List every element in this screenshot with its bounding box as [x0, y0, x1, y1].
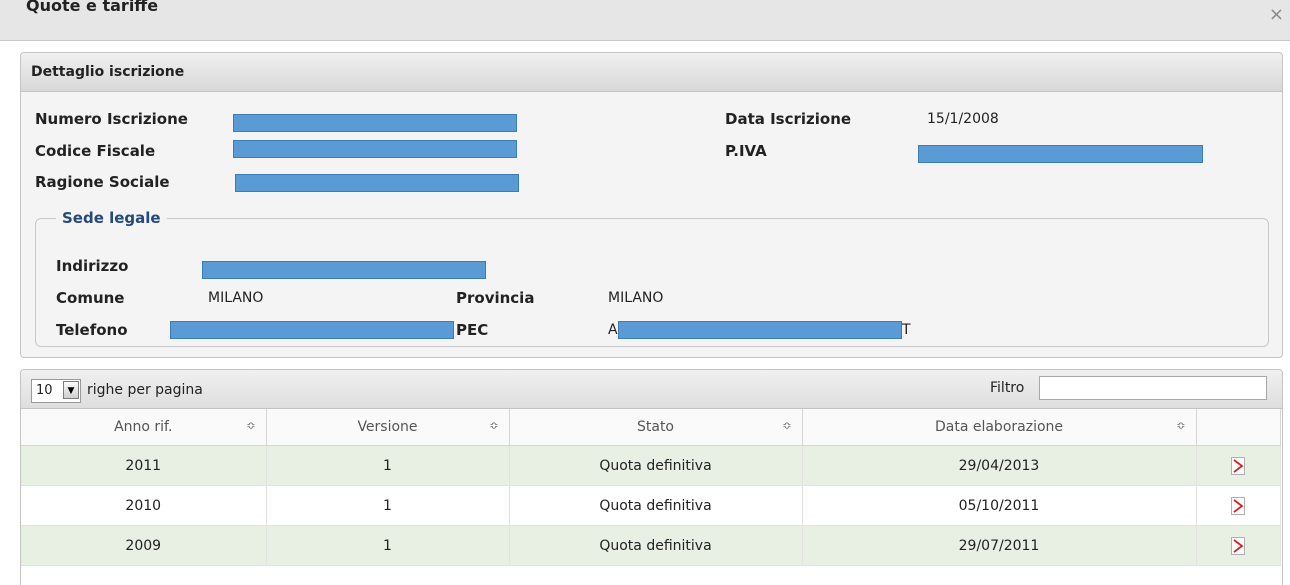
cell-data: 29/04/2013 [802, 445, 1197, 486]
column-header-data[interactable]: Data elaborazione ≎ [802, 409, 1197, 446]
data-iscrizione-label: Data Iscrizione [725, 110, 852, 128]
page-size-select[interactable]: 10 ▼ [31, 379, 81, 403]
detail-panel: Dettaglio iscrizione Numero Iscrizione D… [20, 52, 1283, 358]
cell-stato: Quota definitiva [509, 445, 803, 486]
detail-panel-title: Dettaglio iscrizione [31, 64, 185, 80]
sort-icon[interactable]: ≎ [246, 419, 255, 432]
sort-icon[interactable]: ≎ [782, 419, 791, 432]
table-row[interactable]: 2009 1 Quota definitiva 29/07/2011 [21, 525, 1281, 566]
table-row[interactable]: 2010 1 Quota definitiva 05/10/2011 [21, 485, 1281, 526]
cell-versione: 1 [266, 485, 510, 526]
page-size-value: 10 [36, 383, 53, 398]
cell-data: 29/07/2011 [802, 525, 1197, 566]
grid-toolbar: 10 ▼ righe per pagina Filtro [21, 370, 1282, 409]
table-row[interactable]: 2011 1 Quota definitiva 29/04/2013 [21, 445, 1281, 486]
pdf-icon[interactable] [1231, 496, 1245, 515]
provincia-value: MILANO [608, 290, 664, 306]
filter-input[interactable] [1039, 376, 1267, 400]
per-page-label: righe per pagina [87, 382, 203, 398]
indirizzo-redacted [202, 261, 486, 279]
comune-label: Comune [56, 289, 125, 307]
pec-label: PEC [456, 321, 489, 339]
cell-anno: 2011 [21, 445, 267, 486]
cell-versione: 1 [266, 445, 510, 486]
data-table: Anno rif. ≎ Versione ≎ Stato ≎ Data elabora… [21, 409, 1281, 566]
cell-anno: 2009 [21, 525, 267, 566]
indirizzo-label: Indirizzo [56, 257, 129, 275]
cell-action [1196, 485, 1281, 526]
telefono-label: Telefono [56, 321, 128, 339]
cell-stato: Quota definitiva [509, 525, 803, 566]
cell-data: 05/10/2011 [802, 485, 1197, 526]
column-header-actions [1196, 409, 1281, 446]
pdf-icon[interactable] [1231, 456, 1245, 475]
cell-stato: Quota definitiva [509, 485, 803, 526]
pec-redacted [618, 321, 902, 339]
column-header-versione[interactable]: Versione ≎ [266, 409, 510, 446]
dialog-titlebar: Quote e tariffe × [0, 0, 1290, 41]
table-header-row: Anno rif. ≎ Versione ≎ Stato ≎ Data elabora… [21, 409, 1281, 446]
piva-label: P.IVA [725, 142, 767, 160]
pec-suffix: T [902, 322, 911, 338]
filter-label: Filtro [990, 380, 1025, 396]
telefono-redacted [170, 321, 454, 339]
ragione-sociale-label: Ragione Sociale [35, 173, 170, 191]
quote-grid: 10 ▼ righe per pagina Filtro Anno rif. ≎ … [20, 369, 1283, 585]
pdf-icon[interactable] [1231, 536, 1245, 555]
sort-icon[interactable]: ≎ [489, 419, 498, 432]
close-icon[interactable]: × [1269, 4, 1284, 25]
chevron-down-icon[interactable]: ▼ [63, 381, 79, 399]
provincia-label: Provincia [456, 289, 535, 307]
dialog-title: Quote e tariffe [26, 0, 159, 15]
codice-fiscale-label: Codice Fiscale [35, 142, 156, 160]
cell-action [1196, 445, 1281, 486]
detail-panel-header: Dettaglio iscrizione [21, 53, 1282, 92]
codice-fiscale-redacted [233, 140, 517, 158]
comune-value: MILANO [208, 290, 264, 306]
numero-iscrizione-redacted [233, 114, 517, 132]
piva-redacted [918, 145, 1203, 163]
ragione-sociale-redacted [235, 174, 519, 192]
cell-versione: 1 [266, 525, 510, 566]
column-header-stato[interactable]: Stato ≎ [509, 409, 803, 446]
pec-prefix: A [608, 322, 618, 338]
column-header-anno[interactable]: Anno rif. ≎ [21, 409, 267, 446]
sede-legale-fieldset: Sede legale Indirizzo Comune MILANO Prov… [35, 209, 1269, 347]
sede-legale-legend: Sede legale [62, 209, 161, 227]
cell-action [1196, 525, 1281, 566]
sort-icon[interactable]: ≎ [1176, 419, 1185, 432]
data-iscrizione-value: 15/1/2008 [927, 111, 999, 127]
cell-anno: 2010 [21, 485, 267, 526]
numero-iscrizione-label: Numero Iscrizione [35, 110, 188, 128]
